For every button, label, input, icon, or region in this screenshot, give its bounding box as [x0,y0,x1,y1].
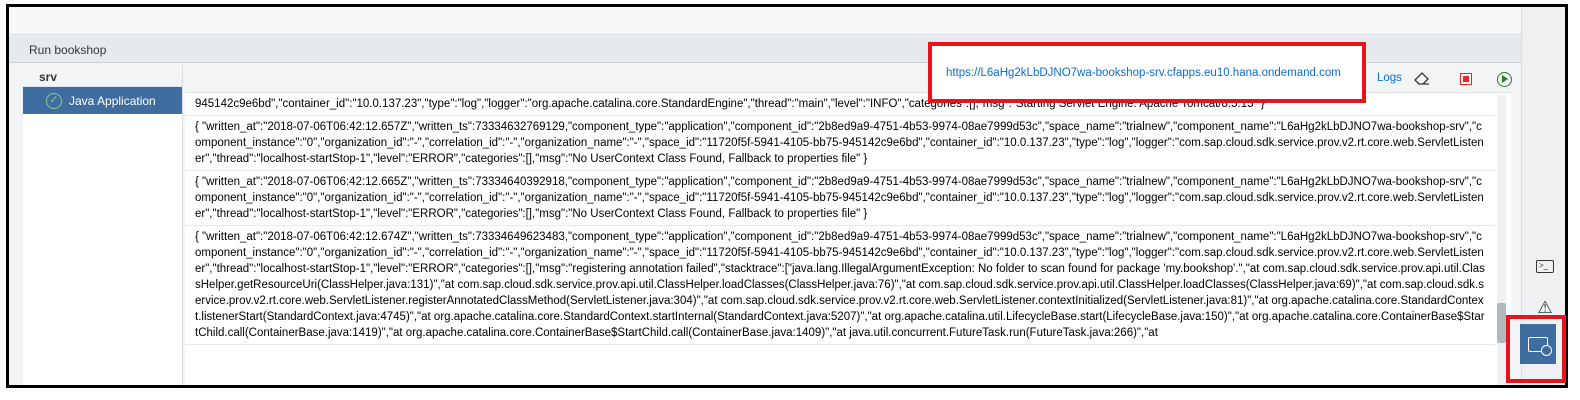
run-configurations-sidebar: srv ✓ Java Application [23,65,183,385]
run-icon[interactable] [1495,70,1513,88]
scrollbar-thumb[interactable] [1497,303,1506,343]
logs-link[interactable]: Logs [1377,72,1402,84]
console-icon[interactable]: >_ [1534,255,1556,277]
log-entry: { "written_at":"2018-07-06T06:42:12.657Z… [185,116,1495,171]
top-bar [9,7,1521,35]
sidebar-item-label: Java Application [69,93,156,108]
sidebar-group-srv: srv [23,65,182,87]
sidebar-item-java-application[interactable]: ✓ Java Application [23,87,182,114]
warning-icon[interactable]: ⚠ [1534,297,1556,319]
log-output: 945142c9e6bd","container_id":"10.0.137.2… [185,93,1495,385]
log-entry: { "written_at":"2018-07-06T06:42:12.665Z… [185,171,1495,226]
stop-icon[interactable] [1457,70,1475,88]
run-console-icon[interactable] [1520,324,1556,364]
log-entry: { "written_at":"2018-07-06T06:42:12.674Z… [185,226,1495,345]
log-scrollbar[interactable] [1497,95,1506,385]
eraser-icon[interactable] [1413,70,1431,88]
log-console: Logs 945142c9e6bd","container_id":"10.0.… [185,65,1513,385]
check-circle-icon: ✓ [46,92,62,109]
application-url-link[interactable]: https://L6aHg2kLbDJNO7wa-bookshop-srv.cf… [946,67,1341,79]
